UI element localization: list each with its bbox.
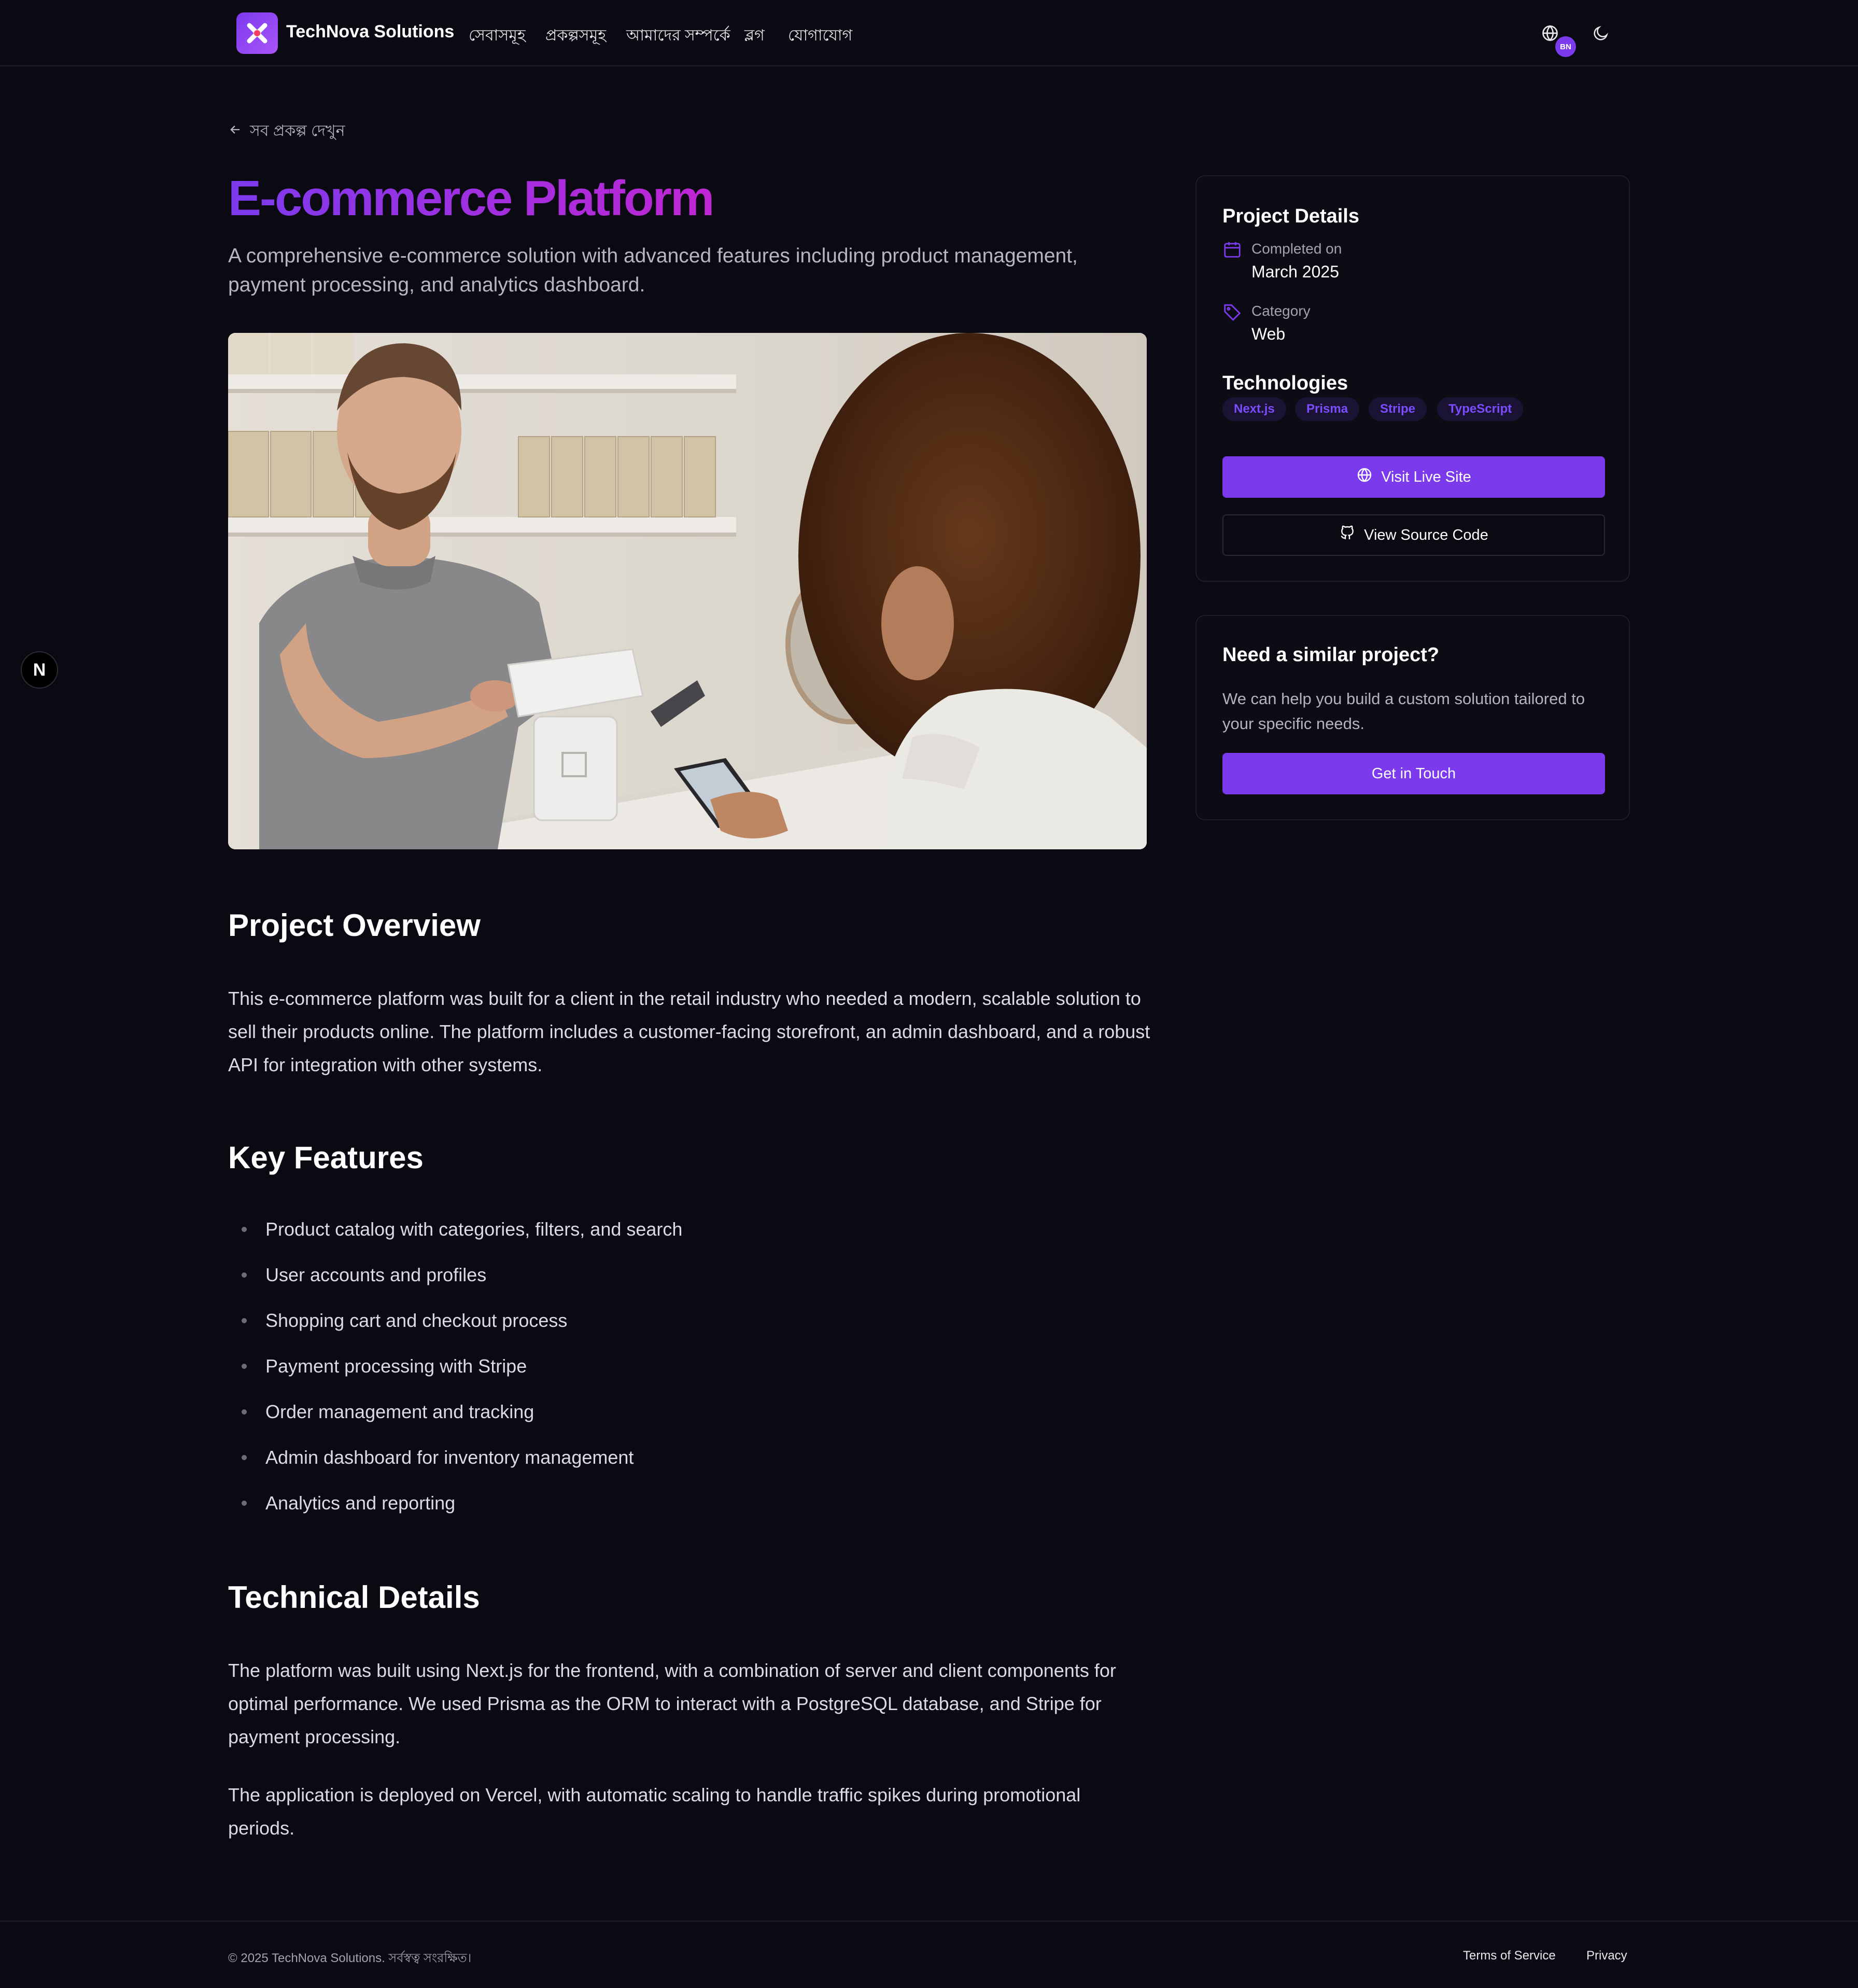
github-icon: [1339, 525, 1356, 545]
tech-tag: Next.js: [1222, 397, 1286, 421]
project-title: E-commerce Platform: [228, 171, 714, 226]
arrow-left-icon: [228, 122, 243, 141]
overview-text: This e-commerce platform was built for a…: [228, 988, 1150, 1075]
completed-label: Completed on: [1251, 241, 1342, 257]
get-in-touch-button[interactable]: Get in Touch: [1222, 753, 1605, 794]
visit-live-site-label: Visit Live Site: [1381, 468, 1471, 485]
view-source-code-label: View Source Code: [1364, 526, 1488, 543]
technologies-heading: Technologies: [1222, 372, 1348, 394]
back-to-projects-link[interactable]: সব প্রকল্প দেখুন: [228, 118, 345, 145]
brand-name[interactable]: TechNova Solutions: [286, 22, 454, 42]
nav-item-services[interactable]: সেবাসমূহ: [469, 23, 526, 49]
tech-tag: Stripe: [1369, 397, 1427, 421]
logo-icon[interactable]: [236, 12, 278, 54]
tag-icon: [1222, 302, 1242, 321]
view-source-code-button[interactable]: View Source Code: [1222, 514, 1605, 556]
tech-tag: Prisma: [1295, 397, 1360, 421]
category-value: Web: [1251, 325, 1286, 343]
site-footer: © 2025 TechNova Solutions. সর্বস্বত্ব সং…: [0, 1921, 1858, 1988]
project-subtitle: A comprehensive e-commerce solution with…: [228, 245, 1078, 296]
visit-live-site-button[interactable]: Visit Live Site: [1222, 456, 1605, 498]
completed-value: March 2025: [1251, 262, 1339, 281]
footer-privacy-link[interactable]: Privacy: [1586, 1949, 1627, 1963]
cta-text: We can help you build a custom solution …: [1222, 690, 1585, 733]
globe-icon: [1356, 467, 1373, 487]
back-link-label: সব প্রকল্প দেখুন: [250, 122, 345, 139]
cta-heading: Need a similar project?: [1222, 644, 1440, 666]
tech-tag: TypeScript: [1437, 397, 1524, 421]
nextjs-dev-badge[interactable]: N: [21, 651, 58, 689]
category-label: Category: [1251, 303, 1311, 319]
nav-item-contact[interactable]: যোগাযোগ: [788, 23, 852, 49]
site-header: TechNova Solutions সেবাসমূহ প্রকল্পসমূহ …: [0, 0, 1858, 66]
calendar-icon: [1222, 240, 1242, 259]
technical-text-2: The application is deployed on Vercel, w…: [228, 1784, 1081, 1839]
overview-heading: Project Overview: [228, 908, 481, 943]
technical-text-1: The platform was built using Next.js for…: [228, 1660, 1116, 1747]
nav-item-blog[interactable]: ব্লগ: [744, 23, 765, 49]
nav-item-about[interactable]: আমাদের সম্পর্কে: [626, 23, 730, 49]
get-in-touch-label: Get in Touch: [1371, 765, 1456, 782]
footer-terms-link[interactable]: Terms of Service: [1463, 1949, 1556, 1963]
cta-card: Need a similar project? We can help you …: [1195, 615, 1630, 820]
footer-copyright: © 2025 TechNova Solutions. সর্বস্বত্ব সং…: [228, 1951, 472, 1965]
language-badge[interactable]: BN: [1555, 36, 1576, 57]
nav-item-projects[interactable]: প্রকল্পসমূহ: [545, 23, 606, 49]
project-hero-image: [228, 333, 1147, 849]
technical-heading: Technical Details: [228, 1580, 480, 1615]
project-details-card: Project Details Completed on March 2025 …: [1195, 175, 1630, 582]
moon-icon[interactable]: [1589, 22, 1612, 45]
project-details-heading: Project Details: [1222, 205, 1359, 227]
features-heading: Key Features: [228, 1140, 424, 1175]
